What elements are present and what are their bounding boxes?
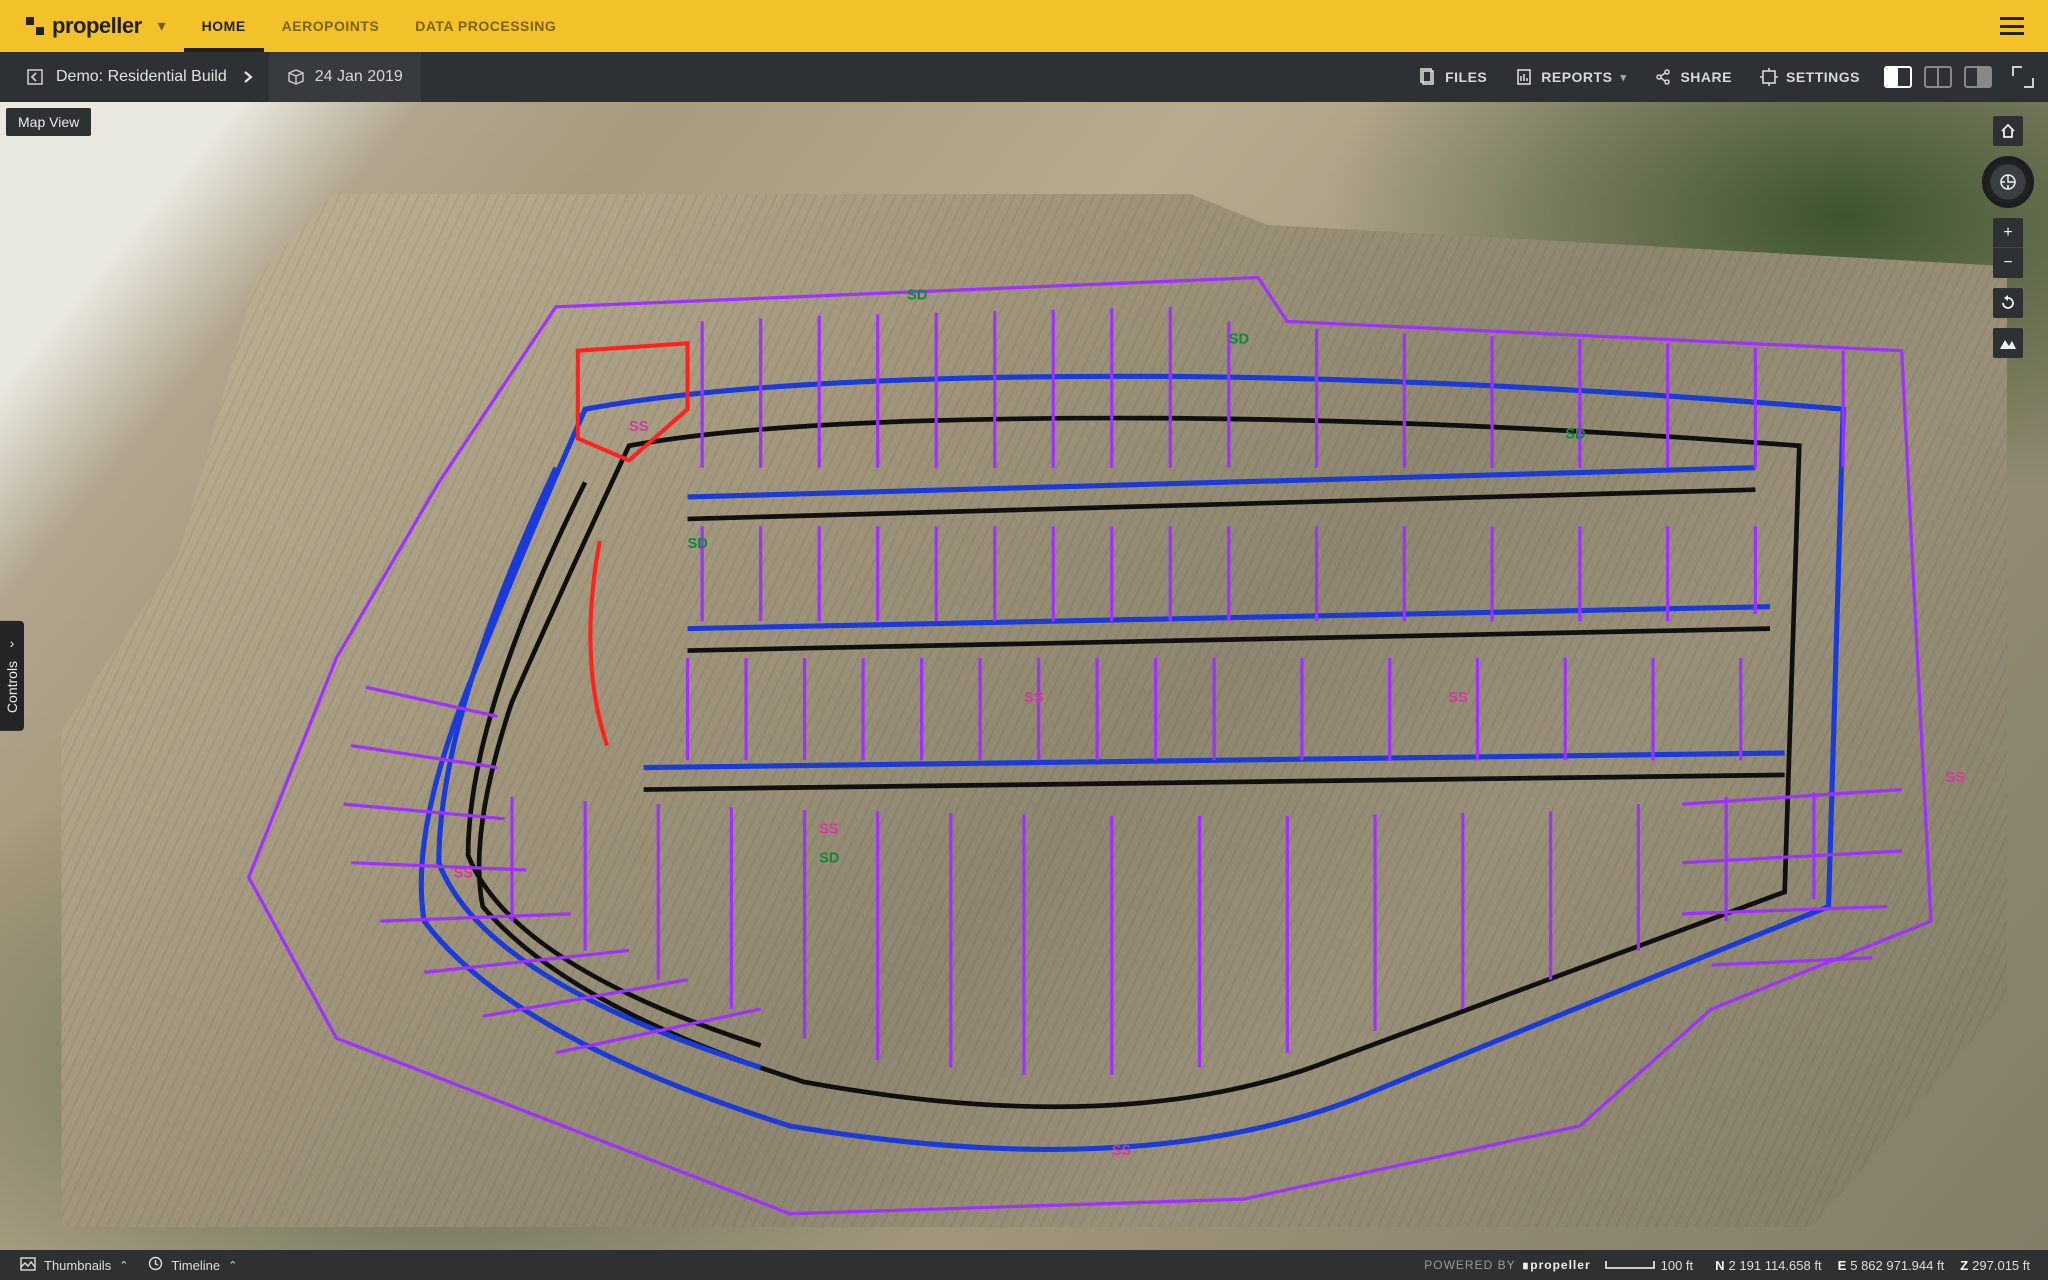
- svg-text:SS: SS: [1112, 1143, 1132, 1159]
- status-bar: Thumbnails ⌃ Timeline ⌃ POWERED BY ∎prop…: [0, 1250, 2048, 1280]
- tab-data-processing[interactable]: DATA PROCESSING: [397, 0, 574, 52]
- sub-nav: Demo: Residential Build 24 Jan 2019 FILE…: [0, 52, 2048, 102]
- zoom-controls: + −: [1993, 218, 2023, 278]
- cube-icon: [287, 68, 305, 86]
- powered-brand: ∎propeller: [1522, 1258, 1591, 1272]
- svg-text:SS: SS: [629, 419, 649, 435]
- project-name: Demo: Residential Build: [56, 68, 227, 86]
- svg-text:SS: SS: [1448, 690, 1468, 706]
- scale-line-icon: [1605, 1261, 1655, 1269]
- share-label: SHARE: [1680, 69, 1732, 85]
- clock-icon: [148, 1256, 163, 1274]
- viewmode-right[interactable]: [1964, 66, 1992, 88]
- controls-label: Controls: [4, 661, 20, 713]
- files-label: FILES: [1445, 69, 1487, 85]
- reports-button[interactable]: REPORTS ▾: [1501, 52, 1640, 102]
- top-nav: propeller ▾ HOME AEROPOINTS DATA PROCESS…: [0, 0, 2048, 52]
- menu-icon[interactable]: [2000, 17, 2024, 35]
- design-overlay: SD SD SD SS SS SS SS SS SS SD SD SS: [0, 102, 2048, 1243]
- svg-text:SD: SD: [907, 287, 927, 303]
- viewmode-split[interactable]: [1924, 66, 1952, 88]
- home-view-button[interactable]: [1993, 116, 2023, 146]
- controls-panel-toggle[interactable]: › Controls: [0, 621, 24, 731]
- brand-name: propeller: [52, 13, 142, 39]
- map-viewport[interactable]: SD SD SD SS SS SS SS SS SS SD SD SS Map …: [0, 102, 2048, 1250]
- zoom-in-button[interactable]: +: [1993, 218, 2023, 248]
- terrain-button[interactable]: [1993, 328, 2023, 358]
- fullscreen-icon[interactable]: [2012, 66, 2034, 88]
- timeline-label: Timeline: [171, 1258, 220, 1273]
- svg-text:SD: SD: [688, 536, 708, 552]
- svg-text:SS: SS: [819, 821, 839, 837]
- svg-text:SD: SD: [819, 851, 839, 867]
- share-button[interactable]: SHARE: [1640, 52, 1746, 102]
- viewmode-group: [1884, 66, 1992, 88]
- map-controls: + −: [1982, 116, 2034, 358]
- breadcrumb[interactable]: Demo: Residential Build: [14, 52, 269, 102]
- coord-e: E5 862 971.944 ft: [1830, 1258, 1953, 1273]
- thumbnails-label: Thumbnails: [44, 1258, 111, 1273]
- map-view-label: Map View: [6, 108, 91, 136]
- survey-date-selector[interactable]: 24 Jan 2019: [269, 52, 421, 102]
- scale-bar: 100 ft: [1605, 1258, 1694, 1273]
- reset-north-button[interactable]: [1993, 288, 2023, 318]
- scale-label: 100 ft: [1661, 1258, 1694, 1273]
- svg-text:SS: SS: [453, 865, 473, 881]
- files-button[interactable]: FILES: [1405, 52, 1501, 102]
- timeline-toggle[interactable]: Timeline ⌃: [138, 1250, 247, 1280]
- svg-text:SD: SD: [1565, 426, 1585, 442]
- coord-z: Z297.015 ft: [1952, 1258, 2038, 1273]
- thumbnails-toggle[interactable]: Thumbnails ⌃: [10, 1250, 138, 1280]
- files-icon: [1419, 68, 1437, 86]
- share-icon: [1654, 68, 1672, 86]
- settings-button[interactable]: SETTINGS: [1746, 52, 1874, 102]
- powered-by: POWERED BY ∎propeller: [1424, 1258, 1590, 1272]
- chevron-up-icon: ⌃: [119, 1259, 128, 1272]
- svg-text:SS: SS: [1946, 770, 1966, 786]
- chevron-right-icon[interactable]: [239, 68, 257, 86]
- settings-label: SETTINGS: [1786, 69, 1860, 85]
- survey-date: 24 Jan 2019: [315, 68, 403, 86]
- chevron-down-icon: ▾: [1620, 71, 1626, 84]
- back-icon[interactable]: [26, 68, 44, 86]
- brand-logo[interactable]: propeller: [24, 13, 142, 39]
- settings-icon: [1760, 68, 1778, 86]
- logo-icon: [24, 15, 46, 37]
- viewmode-single[interactable]: [1884, 66, 1912, 88]
- zoom-out-button[interactable]: −: [1993, 248, 2023, 278]
- tab-home[interactable]: HOME: [184, 0, 264, 52]
- powered-by-label: POWERED BY: [1424, 1258, 1515, 1272]
- svg-text:SS: SS: [1024, 690, 1044, 706]
- compass-icon[interactable]: [1982, 156, 2034, 208]
- image-icon: [20, 1257, 36, 1274]
- tab-aeropoints[interactable]: AEROPOINTS: [264, 0, 398, 52]
- coord-n: N2 191 114.658 ft: [1707, 1258, 1829, 1273]
- brand-dropdown-icon[interactable]: ▾: [158, 16, 166, 36]
- chevron-up-icon: ⌃: [228, 1259, 237, 1272]
- chevron-right-icon: ›: [10, 635, 15, 651]
- svg-text:SD: SD: [1229, 331, 1249, 347]
- reports-icon: [1515, 68, 1533, 86]
- reports-label: REPORTS: [1541, 69, 1612, 85]
